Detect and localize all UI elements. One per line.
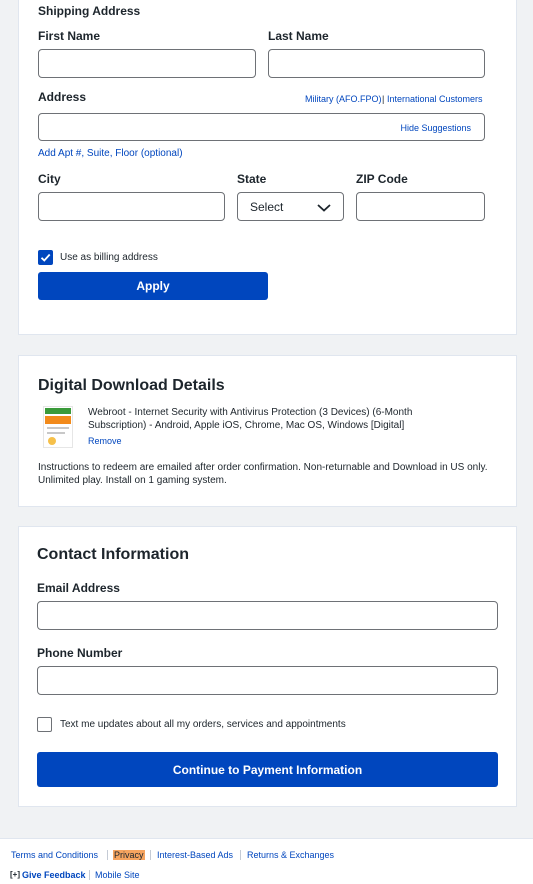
apply-button[interactable]: Apply bbox=[38, 272, 268, 300]
product-thumbnail-banner bbox=[45, 408, 71, 414]
text-updates-label: Text me updates about all my orders, ser… bbox=[60, 719, 346, 730]
last-name-input[interactable] bbox=[268, 49, 485, 78]
product-thumbnail-seal bbox=[48, 437, 56, 445]
digital-instructions: Instructions to redeem are emailed after… bbox=[38, 462, 488, 486]
footer-interest-ads-link[interactable]: Interest-Based Ads bbox=[157, 850, 233, 860]
checkmark-icon bbox=[40, 253, 51, 262]
product-name[interactable]: Webroot - Internet Security with Antivir… bbox=[88, 407, 458, 432]
digital-download-title: Digital Download Details bbox=[38, 377, 225, 394]
zip-input[interactable] bbox=[356, 192, 485, 221]
footer-terms-link[interactable]: Terms and Conditions bbox=[11, 850, 98, 860]
address-input[interactable]: Hide Suggestions bbox=[38, 113, 485, 141]
text-updates-checkbox[interactable] bbox=[37, 717, 52, 732]
footer-separator bbox=[240, 850, 241, 860]
first-name-input[interactable] bbox=[38, 49, 256, 78]
feedback-icon: [+] bbox=[10, 870, 20, 879]
product-thumbnail-line bbox=[47, 432, 65, 434]
footer: Terms and Conditions Privacy Interest-Ba… bbox=[0, 838, 533, 884]
product-thumbnail bbox=[43, 406, 73, 448]
city-label: City bbox=[38, 172, 61, 186]
first-name-label: First Name bbox=[38, 29, 101, 43]
contact-information-title: Contact Information bbox=[37, 546, 189, 563]
hide-suggestions-link[interactable]: Hide Suggestions bbox=[400, 123, 471, 133]
state-select[interactable]: Select bbox=[237, 192, 344, 221]
military-link[interactable]: Military (AFO.FPO) bbox=[305, 94, 382, 104]
phone-input[interactable] bbox=[37, 666, 498, 695]
zip-label: ZIP Code bbox=[356, 172, 408, 186]
last-name-label: Last Name bbox=[268, 29, 329, 43]
footer-separator bbox=[89, 870, 90, 880]
billing-checkbox[interactable] bbox=[38, 250, 53, 265]
city-input[interactable] bbox=[38, 192, 225, 221]
product-thumbnail-line bbox=[47, 427, 69, 429]
international-customers-link[interactable]: International Customers bbox=[387, 94, 483, 104]
chevron-down-icon bbox=[317, 204, 331, 212]
footer-give-feedback-link[interactable]: Give Feedback bbox=[22, 870, 86, 880]
email-label: Email Address bbox=[37, 581, 120, 595]
footer-returns-link[interactable]: Returns & Exchanges bbox=[247, 850, 334, 860]
footer-separator bbox=[150, 850, 151, 860]
footer-separator bbox=[107, 850, 108, 860]
continue-to-payment-button[interactable]: Continue to Payment Information bbox=[37, 752, 498, 787]
footer-mobile-site-link[interactable]: Mobile Site bbox=[95, 870, 140, 880]
billing-checkbox-label: Use as billing address bbox=[60, 252, 158, 263]
add-apt-link[interactable]: Add Apt #, Suite, Floor (optional) bbox=[38, 148, 183, 159]
email-input[interactable] bbox=[37, 601, 498, 630]
remove-link[interactable]: Remove bbox=[88, 436, 122, 446]
state-label: State bbox=[237, 172, 267, 186]
link-divider: | bbox=[382, 94, 385, 104]
phone-label: Phone Number bbox=[37, 646, 123, 660]
shipping-section-title: Shipping Address bbox=[38, 4, 141, 18]
address-label: Address bbox=[38, 90, 87, 104]
state-select-value: Select bbox=[250, 200, 284, 214]
product-thumbnail-band bbox=[45, 416, 71, 424]
footer-privacy-link[interactable]: Privacy bbox=[113, 850, 145, 860]
